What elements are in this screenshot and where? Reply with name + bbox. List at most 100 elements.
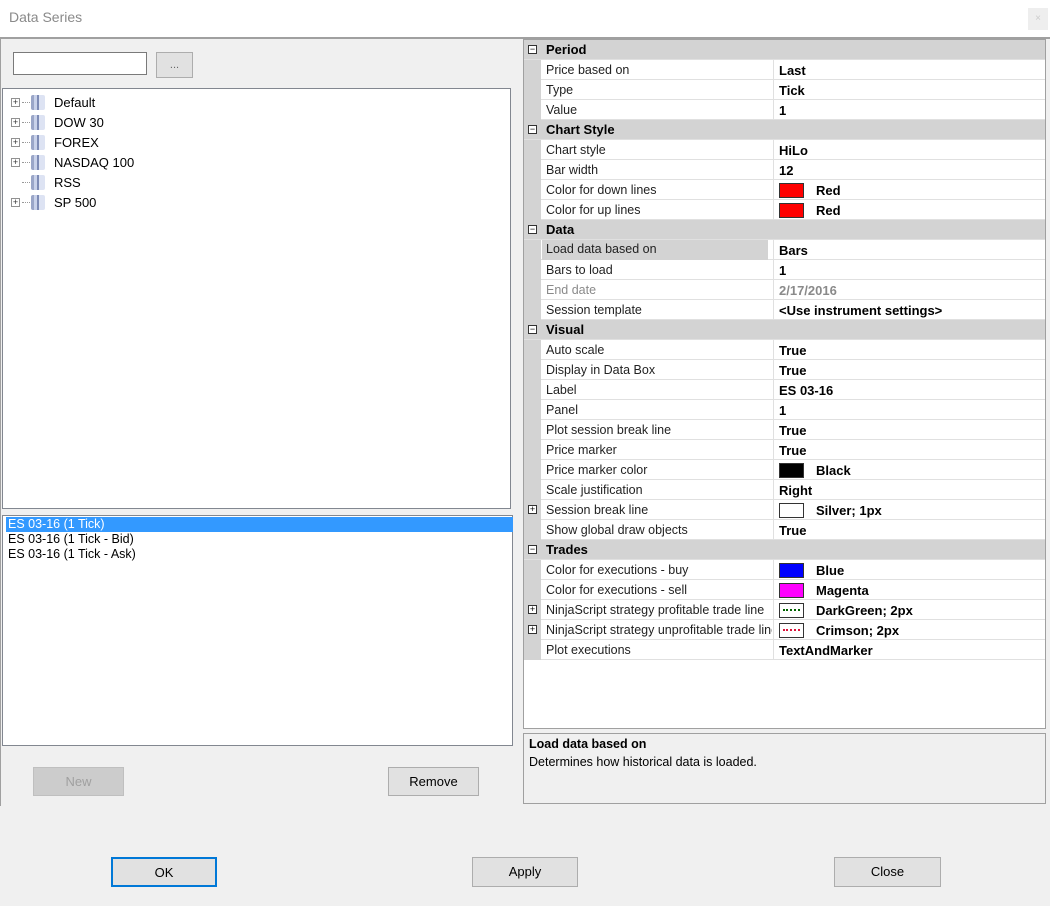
property-value[interactable]: True bbox=[773, 420, 1045, 440]
property-row[interactable]: Load data based on Bars bbox=[524, 240, 1045, 260]
property-value[interactable]: Right bbox=[773, 480, 1045, 500]
property-row[interactable]: Color for down lines Red bbox=[524, 180, 1045, 200]
category-row[interactable]: − Chart Style bbox=[524, 120, 1045, 140]
tree-item[interactable]: + SP 500 bbox=[11, 192, 96, 212]
property-row[interactable]: Price based on Last bbox=[524, 60, 1045, 80]
property-value[interactable]: 1 bbox=[773, 100, 1045, 120]
property-row[interactable]: Color for executions - sell Magenta bbox=[524, 580, 1045, 600]
tree-item[interactable]: RSS bbox=[11, 172, 81, 192]
category-row[interactable]: − Data bbox=[524, 220, 1045, 240]
property-row[interactable]: Label ES 03-16 bbox=[524, 380, 1045, 400]
property-row[interactable]: Bar width 12 bbox=[524, 160, 1045, 180]
tree-item[interactable]: + NASDAQ 100 bbox=[11, 152, 134, 172]
category-row[interactable]: − Visual bbox=[524, 320, 1045, 340]
property-name: Session break line bbox=[546, 503, 649, 517]
collapse-icon[interactable]: − bbox=[528, 325, 537, 334]
property-name: Load data based on bbox=[542, 240, 768, 260]
expand-icon[interactable]: + bbox=[11, 97, 20, 107]
property-value[interactable]: True bbox=[773, 360, 1045, 380]
property-row[interactable]: + NinjaScript strategy profitable trade l… bbox=[524, 600, 1045, 620]
property-value[interactable]: DarkGreen; 2px bbox=[773, 600, 1045, 620]
property-value[interactable]: True bbox=[773, 440, 1045, 460]
apply-button[interactable]: Apply bbox=[472, 857, 578, 887]
expand-icon[interactable]: + bbox=[11, 117, 20, 127]
expand-icon[interactable]: + bbox=[528, 605, 537, 614]
browse-button[interactable]: ... bbox=[156, 52, 193, 78]
property-value[interactable]: ES 03-16 bbox=[773, 380, 1045, 400]
category-row[interactable]: − Trades bbox=[524, 540, 1045, 560]
property-row[interactable]: Price marker True bbox=[524, 440, 1045, 460]
expand-icon[interactable]: + bbox=[528, 625, 537, 634]
property-value[interactable]: Red bbox=[773, 200, 1045, 220]
instrument-tree[interactable]: + Default + DOW 30 + FOREX + NASDAQ 100 RSS + SP 5… bbox=[2, 88, 511, 509]
property-value[interactable]: 2/17/2016 bbox=[773, 280, 1045, 300]
property-value[interactable]: Tick bbox=[773, 80, 1045, 100]
property-row[interactable]: Value 1 bbox=[524, 100, 1045, 120]
instrument-search-input[interactable] bbox=[13, 52, 147, 75]
expand-icon[interactable]: + bbox=[11, 197, 20, 207]
property-row[interactable]: Panel 1 bbox=[524, 400, 1045, 420]
property-value[interactable]: Crimson; 2px bbox=[773, 620, 1045, 640]
new-button[interactable]: New bbox=[33, 767, 124, 796]
property-row[interactable]: Show global draw objects True bbox=[524, 520, 1045, 540]
series-list-item[interactable]: ES 03-16 (1 Tick - Bid) bbox=[6, 532, 513, 547]
window-close-button[interactable]: × bbox=[1028, 8, 1048, 30]
property-row[interactable]: End date 2/17/2016 bbox=[524, 280, 1045, 300]
close-button[interactable]: Close bbox=[834, 857, 941, 887]
property-row[interactable]: Auto scale True bbox=[524, 340, 1045, 360]
property-value[interactable]: Silver; 1px bbox=[773, 500, 1045, 520]
expand-icon[interactable]: + bbox=[528, 505, 537, 514]
property-value[interactable]: Blue bbox=[773, 560, 1045, 580]
property-row[interactable]: Color for executions - buy Blue bbox=[524, 560, 1045, 580]
tree-item[interactable]: + Default bbox=[11, 92, 95, 112]
collapse-icon[interactable]: − bbox=[528, 125, 537, 134]
collapse-icon[interactable]: − bbox=[528, 225, 537, 234]
property-row[interactable]: + Session break line Silver; 1px bbox=[524, 500, 1045, 520]
property-value[interactable]: Bars bbox=[773, 240, 1045, 260]
property-value[interactable]: Last bbox=[773, 60, 1045, 80]
property-name: Bars to load bbox=[546, 263, 613, 277]
expand-icon[interactable]: + bbox=[11, 137, 20, 147]
data-series-list[interactable]: ES 03-16 (1 Tick) ES 03-16 (1 Tick - Bid)… bbox=[2, 515, 513, 746]
property-value[interactable]: <Use instrument settings> bbox=[773, 300, 1045, 320]
property-value[interactable]: 12 bbox=[773, 160, 1045, 180]
ok-button[interactable]: OK bbox=[111, 857, 217, 887]
property-value[interactable]: Red bbox=[773, 180, 1045, 200]
row-gutter bbox=[524, 180, 541, 200]
collapse-icon[interactable]: − bbox=[528, 545, 537, 554]
property-value[interactable]: True bbox=[773, 340, 1045, 360]
property-value[interactable]: 1 bbox=[773, 260, 1045, 280]
property-value-text: Silver; 1px bbox=[816, 502, 882, 518]
series-list-item[interactable]: ES 03-16 (1 Tick) bbox=[6, 517, 513, 532]
tree-item[interactable]: + FOREX bbox=[11, 132, 99, 152]
property-value[interactable]: Black bbox=[773, 460, 1045, 480]
collapse-icon[interactable]: − bbox=[528, 45, 537, 54]
series-list-item[interactable]: ES 03-16 (1 Tick - Ask) bbox=[6, 547, 513, 562]
property-row[interactable]: Chart style HiLo bbox=[524, 140, 1045, 160]
property-row[interactable]: Type Tick bbox=[524, 80, 1045, 100]
property-value-text: Black bbox=[816, 462, 851, 478]
row-gutter bbox=[524, 400, 541, 420]
property-value[interactable]: HiLo bbox=[773, 140, 1045, 160]
property-row[interactable]: Bars to load 1 bbox=[524, 260, 1045, 280]
expand-icon[interactable]: + bbox=[11, 157, 20, 167]
property-row[interactable]: Price marker color Black bbox=[524, 460, 1045, 480]
property-name: Show global draw objects bbox=[546, 523, 688, 537]
property-value[interactable]: TextAndMarker bbox=[773, 640, 1045, 660]
property-row[interactable]: Display in Data Box True bbox=[524, 360, 1045, 380]
property-row[interactable]: Scale justification Right bbox=[524, 480, 1045, 500]
property-value[interactable]: 1 bbox=[773, 400, 1045, 420]
property-row[interactable]: Color for up lines Red bbox=[524, 200, 1045, 220]
tree-item[interactable]: + DOW 30 bbox=[11, 112, 104, 132]
category-row[interactable]: − Period bbox=[524, 40, 1045, 60]
property-row[interactable]: Session template <Use instrument settings… bbox=[524, 300, 1045, 320]
remove-button[interactable]: Remove bbox=[388, 767, 479, 796]
property-row[interactable]: + NinjaScript strategy unprofitable trade… bbox=[524, 620, 1045, 640]
property-value[interactable]: True bbox=[773, 520, 1045, 540]
row-gutter bbox=[524, 380, 541, 400]
property-row[interactable]: Plot session break line True bbox=[524, 420, 1045, 440]
tree-item-label: FOREX bbox=[54, 134, 99, 150]
property-grid[interactable]: − Period Price based on Last Type Tick Value 1−… bbox=[523, 39, 1046, 729]
property-row[interactable]: Plot executions TextAndMarker bbox=[524, 640, 1045, 660]
property-value[interactable]: Magenta bbox=[773, 580, 1045, 600]
